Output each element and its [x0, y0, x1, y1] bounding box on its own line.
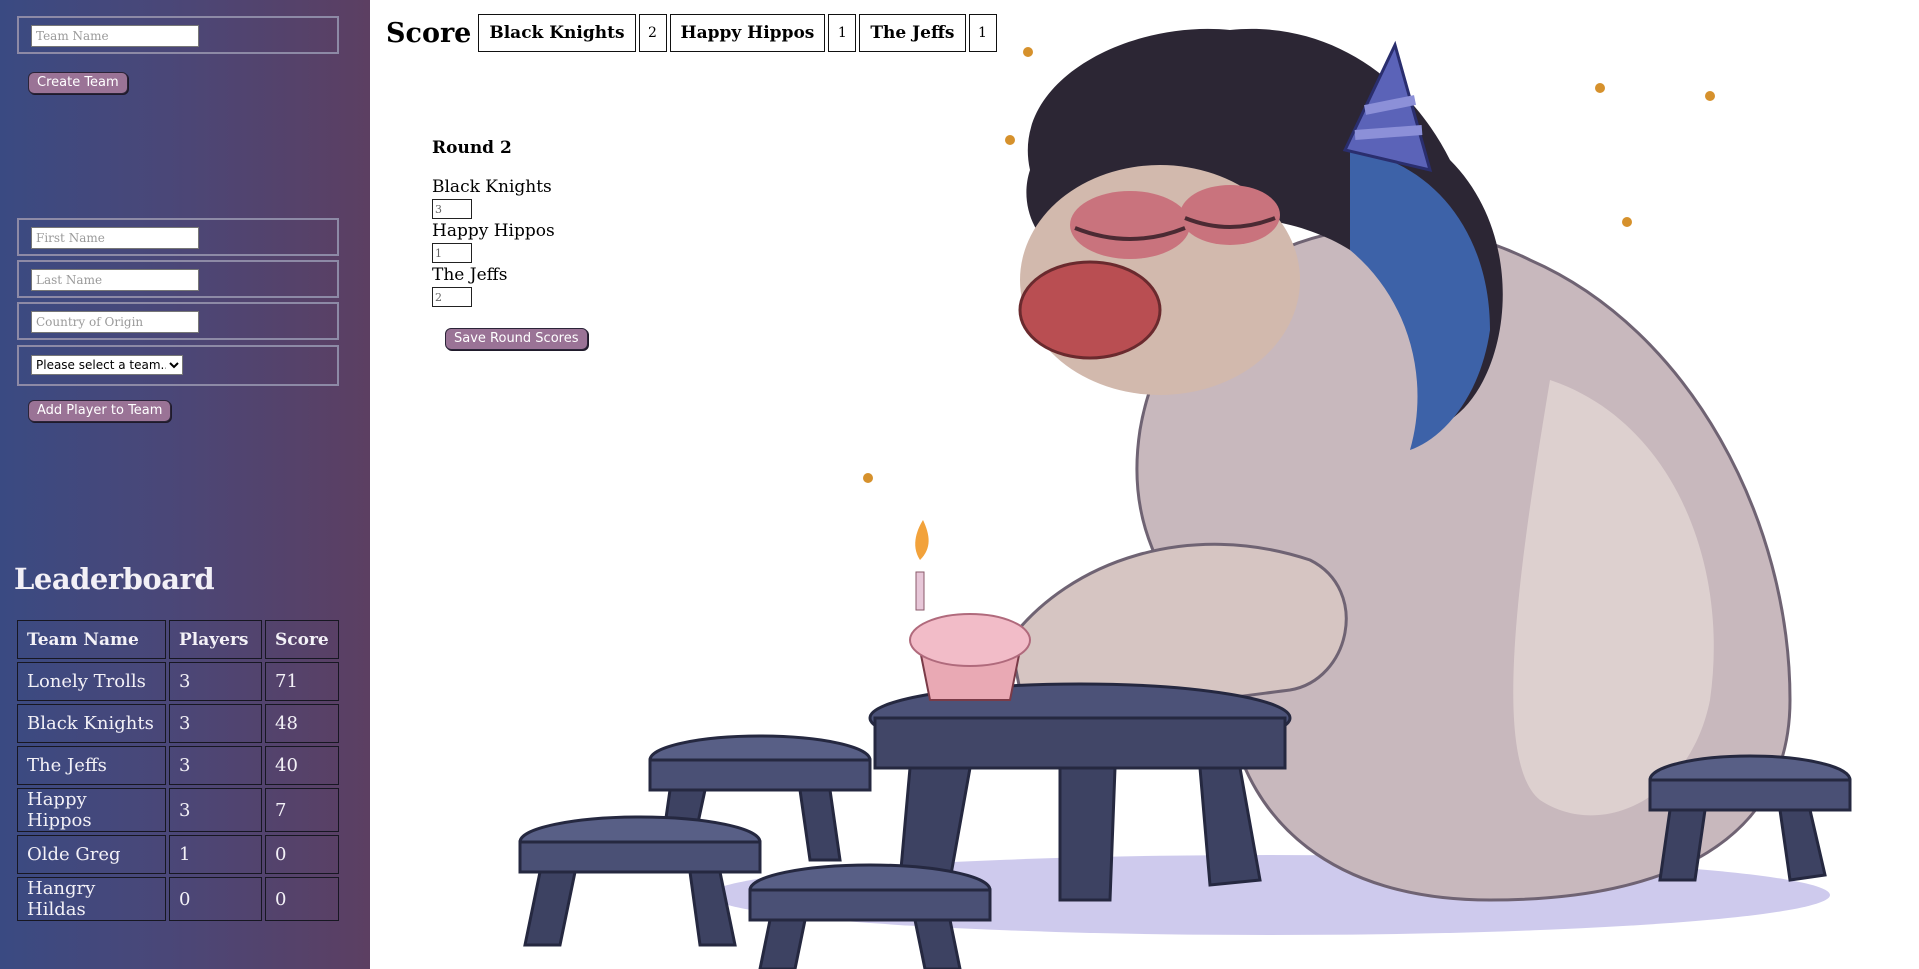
- header-team-name: Team Name: [17, 620, 166, 659]
- country-field-box: [17, 302, 339, 340]
- table-row: Olde Greg 1 0: [17, 835, 339, 874]
- table-row: The Jeffs 3 40: [17, 746, 339, 785]
- team-name-cell: Black Knights: [17, 704, 166, 743]
- round-score-input[interactable]: [432, 199, 472, 219]
- leaderboard-header-row: Team Name Players Score: [17, 620, 339, 659]
- scorebar-team-score: 1: [828, 14, 857, 52]
- players-cell: 3: [169, 704, 262, 743]
- team-select-box: Please select a team...: [17, 345, 339, 386]
- first-name-input[interactable]: [31, 227, 199, 249]
- scorebar-team-name: Happy Hippos: [669, 14, 826, 52]
- round-team-label: Black Knights: [432, 177, 552, 197]
- table-row: Lonely Trolls 3 71: [17, 662, 339, 701]
- header-players: Players: [169, 620, 262, 659]
- scorebar-team-name: The Jeffs: [859, 14, 966, 52]
- table-row: Hangry Hildas 0 0: [17, 877, 339, 921]
- header-score: Score: [265, 620, 339, 659]
- players-cell: 3: [169, 788, 262, 832]
- team-name-input[interactable]: [31, 25, 199, 47]
- score-cell: 0: [265, 877, 339, 921]
- save-round-scores-button[interactable]: Save Round Scores: [445, 328, 588, 350]
- round-team-label: The Jeffs: [432, 265, 508, 285]
- team-name-cell: Happy Hippos: [17, 788, 166, 832]
- leaderboard-title: Leaderboard: [14, 562, 215, 596]
- troll-with-birthday-cupcake-icon: [518, 28, 1852, 969]
- score-cell: 71: [265, 662, 339, 701]
- score-cell: 48: [265, 704, 339, 743]
- round-score-input[interactable]: [432, 243, 472, 263]
- round-title: Round 2: [432, 138, 512, 158]
- first-name-field-box: [17, 218, 339, 256]
- scorebar-team-score: 1: [968, 14, 997, 52]
- scorebar-team-name: Black Knights: [478, 14, 636, 52]
- round-score-input[interactable]: [432, 287, 472, 307]
- table-row: Happy Hippos 3 7: [17, 788, 339, 832]
- score-cell: 7: [265, 788, 339, 832]
- score-cell: 0: [265, 835, 339, 874]
- add-player-button[interactable]: Add Player to Team: [28, 400, 172, 422]
- score-label: Score: [386, 17, 472, 49]
- table-row: Black Knights 3 48: [17, 704, 339, 743]
- country-input[interactable]: [31, 311, 199, 333]
- team-name-cell: Lonely Trolls: [17, 662, 166, 701]
- team-select[interactable]: Please select a team...: [31, 355, 183, 375]
- last-name-input[interactable]: [31, 269, 199, 291]
- sidebar: Create Team Please select a team... Add …: [0, 0, 370, 969]
- team-name-cell: Hangry Hildas: [17, 877, 166, 921]
- scorebar-team-score: 2: [638, 14, 667, 52]
- players-cell: 3: [169, 662, 262, 701]
- team-name-cell: The Jeffs: [17, 746, 166, 785]
- create-team-button[interactable]: Create Team: [28, 72, 128, 94]
- leaderboard-table: Team Name Players Score Lonely Trolls 3 …: [14, 617, 342, 924]
- team-name-field-box: [17, 16, 339, 54]
- scorebar: Score Black Knights 2 Happy Hippos 1 The…: [386, 14, 997, 52]
- players-cell: 0: [169, 877, 262, 921]
- score-cell: 40: [265, 746, 339, 785]
- last-name-field-box: [17, 260, 339, 298]
- team-name-cell: Olde Greg: [17, 835, 166, 874]
- players-cell: 1: [169, 835, 262, 874]
- round-form: Round 2 Black Knights Happy Hippos The J…: [432, 138, 555, 309]
- players-cell: 3: [169, 746, 262, 785]
- round-team-label: Happy Hippos: [432, 221, 555, 241]
